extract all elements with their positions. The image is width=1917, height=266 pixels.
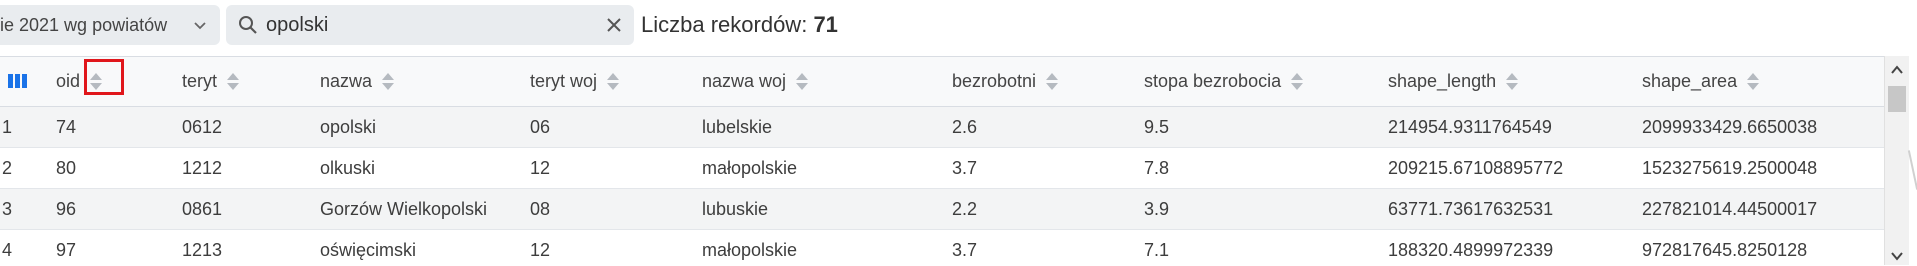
row-number: 2	[2, 157, 13, 178]
sort-icon[interactable]	[796, 71, 809, 93]
table-cell: oświęcimski	[320, 239, 417, 260]
table-cell: 06	[530, 116, 551, 137]
column-header-label: stopa bezrobocia	[1144, 71, 1282, 91]
table-cell: olkuski	[320, 157, 376, 178]
sort-icon[interactable]	[1506, 71, 1519, 93]
table-cell: lubelskie	[702, 116, 773, 137]
column-header-stopa-bezrobocia[interactable]: stopa bezrobocia	[1144, 57, 1304, 106]
sort-icon[interactable]	[607, 71, 620, 93]
table-row[interactable]: 4 97 1213 oświęcimski 12 małopolskie 3.7 7.1 188…	[0, 230, 1884, 266]
attribute-table: oid teryt nazwa teryt woj nazwa woj bezrobotn…	[0, 56, 1884, 266]
record-count-label: Liczba rekordów:	[641, 12, 808, 37]
window-edge	[1907, 150, 1917, 190]
table-cell: małopolskie	[702, 239, 798, 260]
row-number: 1	[2, 116, 13, 137]
search-icon	[238, 15, 258, 40]
table-row[interactable]: 2 80 1212 olkuski 12 małopolskie 3.7 7.8 209215.…	[0, 148, 1884, 189]
table-cell: opolski	[320, 116, 377, 137]
layer-select-value: ie 2021 wg powiatów	[0, 14, 168, 35]
column-header-teryt[interactable]: teryt	[182, 57, 240, 106]
table-cell: 63771.73617632531	[1388, 198, 1554, 219]
column-header-teryt-woj[interactable]: teryt woj	[530, 57, 620, 106]
sort-icon[interactable]	[1291, 71, 1304, 93]
table-cell: 08	[530, 198, 551, 219]
column-header-label: teryt	[182, 71, 218, 91]
column-header-nazwa-woj[interactable]: nazwa woj	[702, 57, 809, 106]
chevron-down-icon	[192, 17, 208, 38]
column-header-label: teryt woj	[530, 71, 598, 91]
table-cell: 80	[56, 157, 77, 178]
scroll-up-icon[interactable]	[1891, 62, 1903, 80]
table-cell: 1523275619.2500048	[1642, 157, 1818, 178]
table-cell: 227821014.44500017	[1642, 198, 1818, 219]
sort-icon[interactable]	[1046, 71, 1059, 93]
record-count-value: 71	[813, 12, 838, 37]
search-input[interactable]	[266, 11, 566, 39]
table-cell: 97	[56, 239, 77, 260]
toolbar: ie 2021 wg powiatów Liczba rekordów: 71	[0, 0, 1917, 52]
table-cell: 0861	[182, 198, 223, 219]
column-header-shape_length[interactable]: shape_length	[1388, 57, 1519, 106]
layer-select[interactable]: ie 2021 wg powiatów	[0, 5, 220, 45]
scroll-thumb[interactable]	[1888, 86, 1906, 112]
vertical-scrollbar[interactable]	[1884, 56, 1909, 265]
row-number: 3	[2, 198, 13, 219]
table-cell: 972817645.8250128	[1642, 239, 1808, 260]
sort-icon[interactable]	[1747, 71, 1760, 93]
column-header-label: bezrobotni	[952, 71, 1037, 91]
table-row[interactable]: 1 74 0612 opolski 06 lubelskie 2.6 9.5 214954.93…	[0, 107, 1884, 148]
record-count: Liczba rekordów: 71	[641, 12, 838, 38]
column-header-bezrobotni[interactable]: bezrobotni	[952, 57, 1059, 106]
table-cell: 74	[56, 116, 77, 137]
table-cell: 9.5	[1144, 116, 1170, 137]
sort-icon[interactable]	[90, 71, 103, 93]
table-cell: 7.8	[1144, 157, 1170, 178]
table-cell: lubuskie	[702, 198, 769, 219]
table-cell: 214954.9311764549	[1388, 116, 1552, 137]
column-header-shape_area[interactable]: shape_area	[1642, 57, 1760, 106]
table-cell: 7.1	[1144, 239, 1170, 260]
table-cell: 1212	[182, 157, 223, 178]
table-cell: 3.7	[952, 157, 978, 178]
table-cell: 188320.4899972339	[1388, 239, 1554, 260]
column-header-label: shape_length	[1388, 71, 1497, 91]
table-cell: 2.6	[952, 116, 978, 137]
scroll-down-icon[interactable]	[1891, 248, 1903, 266]
column-header-label: shape_area	[1642, 71, 1738, 91]
table-cell: małopolskie	[702, 157, 798, 178]
column-header-oid[interactable]: oid	[56, 57, 103, 106]
column-header-label: nazwa	[320, 71, 373, 91]
table-cell: 2.2	[952, 198, 978, 219]
table-cell: 3.7	[952, 239, 978, 260]
table-cell: 1213	[182, 239, 223, 260]
columns-icon[interactable]	[8, 72, 28, 95]
sort-icon[interactable]	[382, 71, 395, 93]
column-header-nazwa[interactable]: nazwa	[320, 57, 395, 106]
table-row[interactable]: 3 96 0861 Gorzów Wielkopolski 08 lubuskie 2.2 3…	[0, 189, 1884, 230]
table-cell: Gorzów Wielkopolski	[320, 198, 488, 219]
table-cell: 12	[530, 157, 551, 178]
search-box	[226, 5, 634, 45]
table-cell: 96	[56, 198, 77, 219]
table-cell: 2099933429.6650038	[1642, 116, 1818, 137]
table-cell: 0612	[182, 116, 223, 137]
sort-icon[interactable]	[227, 71, 240, 93]
table-header: oid teryt nazwa teryt woj nazwa woj bezrobotn…	[0, 57, 1884, 107]
table-cell: 209215.67108895772	[1388, 157, 1564, 178]
table-cell: 12	[530, 239, 551, 260]
close-icon[interactable]	[606, 17, 622, 38]
column-header-label: nazwa woj	[702, 71, 787, 91]
table-cell: 3.9	[1144, 198, 1170, 219]
row-number: 4	[2, 239, 13, 260]
column-header-label: oid	[56, 71, 81, 91]
